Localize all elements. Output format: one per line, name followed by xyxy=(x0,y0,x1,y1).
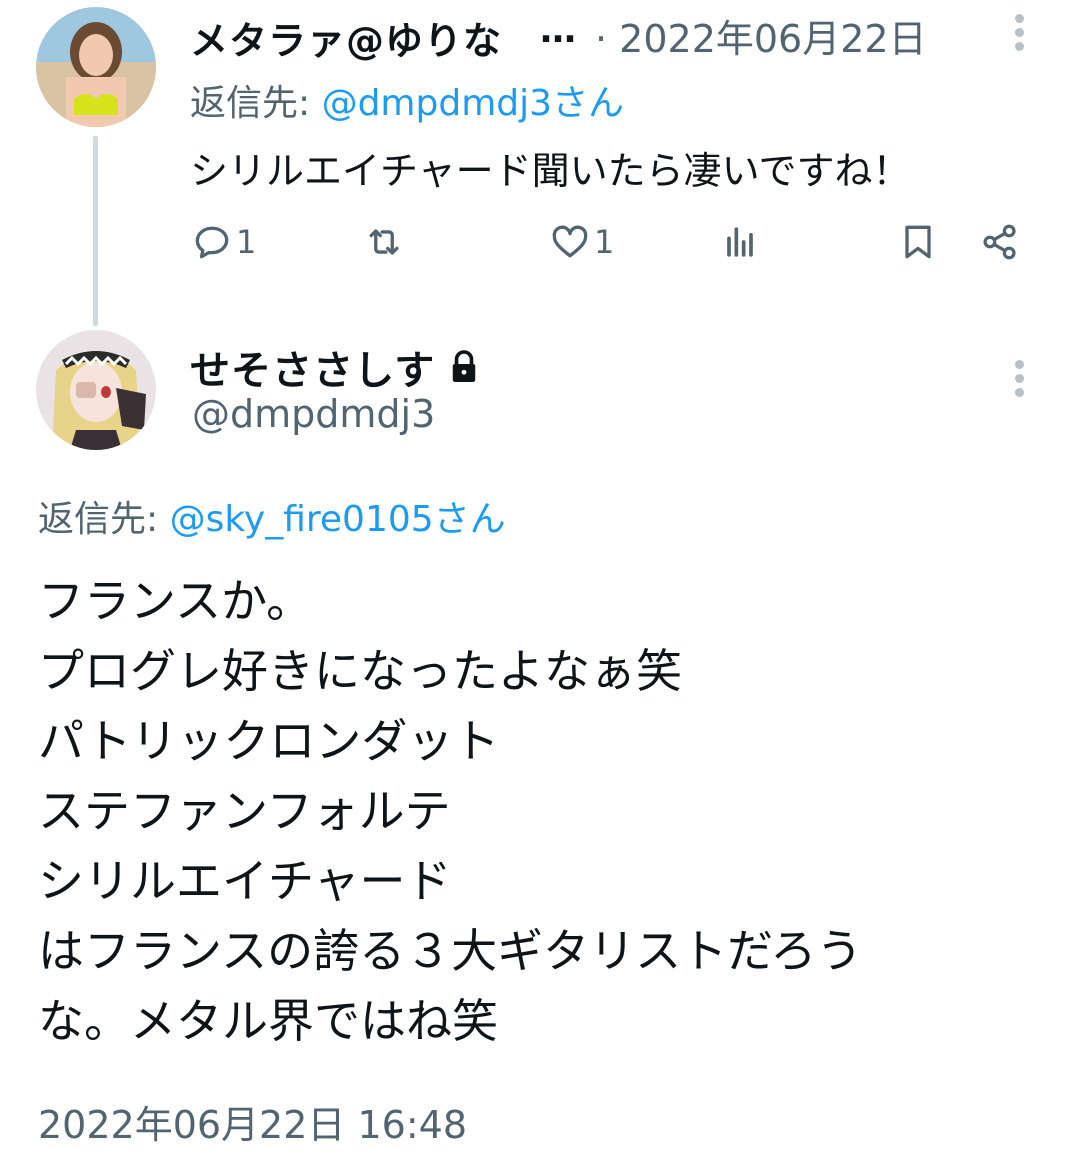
tweet1-reply-to: 返信先: @dmpdmdj3さん xyxy=(190,74,624,126)
tweet1-date[interactable]: · 2022年06月22日 xyxy=(595,8,927,63)
tweet2-text-line: な。メタル界ではね笑 xyxy=(38,994,498,1048)
reply-icon xyxy=(195,226,229,259)
reply-to-prefix: 返信先: xyxy=(38,499,170,540)
like-count: 1 xyxy=(594,223,615,261)
heart-icon xyxy=(552,225,588,258)
lock-icon xyxy=(452,350,476,382)
tweet2-handle[interactable]: @dmpdmdj3 xyxy=(192,392,435,436)
more-vertical-icon[interactable] xyxy=(1015,14,1025,54)
share-button[interactable] xyxy=(978,220,1022,264)
tweet2-display-name[interactable]: せそささしす xyxy=(190,338,435,396)
reply-to-mention-link[interactable]: @sky_fire0105さん xyxy=(170,499,506,540)
tweet1-name-ellipsis: … xyxy=(540,10,576,51)
tweet2-text-line: パトリックロンダット xyxy=(38,714,500,768)
tweet2-text-line: はフランスの誇る３大ギタリストだろう xyxy=(38,924,863,978)
like-button[interactable]: 1 xyxy=(548,220,614,264)
avatar-photo-beach xyxy=(36,7,156,127)
tweet1-text: シリルエイチャード聞いたら凄いですね！ xyxy=(190,149,911,193)
avatar-tweet1[interactable] xyxy=(36,7,156,127)
tweet2-reply-to: 返信先: @sky_fire0105さん xyxy=(38,490,506,542)
avatar-tweet2[interactable] xyxy=(36,330,156,450)
bookmark-icon xyxy=(905,225,931,259)
retweet-button[interactable] xyxy=(362,220,408,264)
tweet2-text-line: フランスか。 xyxy=(38,574,313,628)
avatar-anime-illustration xyxy=(36,330,156,450)
tweet2-text-line: プログレ好きになったよなぁ笑 xyxy=(38,644,682,698)
tweet2-text-line: シリルエイチャード xyxy=(38,854,452,908)
tweet2-text: フランスか。 プログレ好きになったよなぁ笑 パトリックロンダット ステファンフォ… xyxy=(38,566,1048,1056)
tweet2-timestamp[interactable]: 2022年06月22日 16:48 xyxy=(38,1094,467,1149)
thread-line xyxy=(93,136,98,326)
retweet-icon xyxy=(369,229,399,255)
reply-to-prefix: 返信先: xyxy=(190,83,322,124)
views-icon xyxy=(727,227,753,257)
bookmark-button[interactable] xyxy=(896,220,940,264)
reply-to-mention-link[interactable]: @dmpdmdj3さん xyxy=(322,83,624,124)
tweet1-display-name[interactable]: メタラァ@ゆりな xyxy=(190,10,502,65)
views-button[interactable] xyxy=(718,220,762,264)
tweet2-name-row: せそささしす xyxy=(190,338,479,396)
tweet2-text-line: ステファンフォルテ xyxy=(38,784,451,838)
reply-count: 1 xyxy=(236,223,257,261)
reply-button[interactable]: 1 xyxy=(190,220,256,264)
more-vertical-icon[interactable] xyxy=(1015,360,1025,400)
share-icon xyxy=(983,224,1016,260)
